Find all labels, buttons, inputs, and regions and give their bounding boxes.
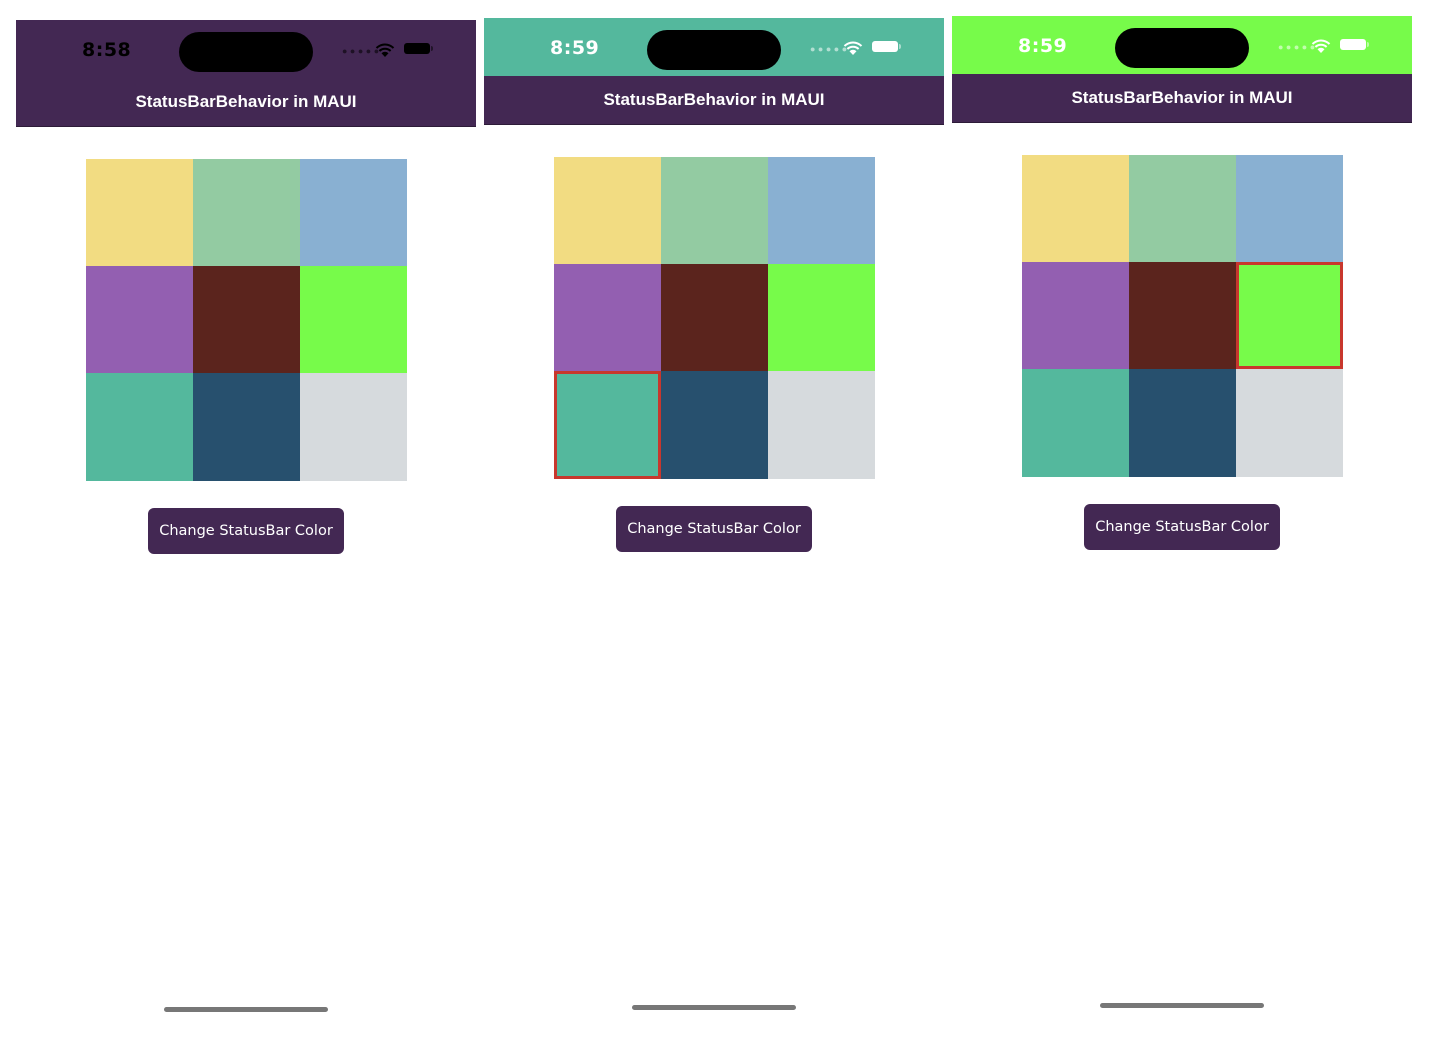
change-statusbar-color-button[interactable]: Change StatusBar Color xyxy=(616,506,812,552)
color-grid xyxy=(554,157,875,479)
dynamic-island xyxy=(179,32,313,72)
color-swatch[interactable] xyxy=(1236,369,1343,477)
color-swatch[interactable] xyxy=(193,266,300,373)
battery-icon xyxy=(872,41,901,52)
color-swatch[interactable] xyxy=(661,157,768,264)
color-swatch[interactable] xyxy=(300,266,407,373)
status-time: 8:59 xyxy=(1018,35,1068,57)
home-indicator xyxy=(1100,1003,1264,1008)
dynamic-island xyxy=(647,30,781,70)
color-swatch[interactable] xyxy=(86,159,193,266)
home-indicator xyxy=(632,1005,796,1010)
color-swatch[interactable] xyxy=(1022,155,1129,262)
color-swatch[interactable] xyxy=(768,371,875,479)
status-bar: 8:58 ● ● ● ● ● xyxy=(16,20,476,78)
nav-bar: StatusBarBehavior in MAUI xyxy=(952,74,1412,123)
color-swatch[interactable] xyxy=(1022,369,1129,477)
color-swatch[interactable] xyxy=(554,371,661,479)
color-swatch[interactable] xyxy=(1129,369,1236,477)
nav-bar: StatusBarBehavior in MAUI xyxy=(484,76,944,125)
status-bar: 8:59 ● ● ● ● ● xyxy=(952,16,1412,74)
color-swatch[interactable] xyxy=(661,371,768,479)
color-swatch[interactable] xyxy=(554,157,661,264)
status-time: 8:59 xyxy=(550,37,600,59)
wifi-icon xyxy=(375,43,395,57)
phone-screen-3: 8:59 ● ● ● ● ● StatusBarBehavior in MAUI… xyxy=(952,16,1412,1060)
color-grid xyxy=(86,159,407,481)
change-statusbar-color-button[interactable]: Change StatusBar Color xyxy=(1084,504,1280,550)
color-swatch[interactable] xyxy=(1236,262,1343,369)
wifi-icon xyxy=(843,41,863,55)
color-swatch[interactable] xyxy=(193,159,300,266)
color-swatch[interactable] xyxy=(768,157,875,264)
phone-screen-2: 8:59 ● ● ● ● ● StatusBarBehavior in MAUI… xyxy=(484,18,944,1062)
page-title: StatusBarBehavior in MAUI xyxy=(1071,88,1293,107)
color-swatch[interactable] xyxy=(86,373,193,481)
phone-screen-1: 8:58 ● ● ● ● ● StatusBarBehavior in MAUI… xyxy=(16,20,476,1064)
change-statusbar-color-button[interactable]: Change StatusBar Color xyxy=(148,508,344,554)
color-swatch[interactable] xyxy=(1236,155,1343,262)
color-swatch[interactable] xyxy=(193,373,300,481)
color-swatch[interactable] xyxy=(86,266,193,373)
wifi-icon xyxy=(1311,39,1331,53)
dynamic-island xyxy=(1115,28,1249,68)
status-bar: 8:59 ● ● ● ● ● xyxy=(484,18,944,76)
page-title: StatusBarBehavior in MAUI xyxy=(603,90,825,109)
color-swatch[interactable] xyxy=(300,373,407,481)
battery-icon xyxy=(1340,39,1369,50)
status-time: 8:58 xyxy=(82,39,132,61)
battery-icon xyxy=(404,43,433,54)
color-swatch[interactable] xyxy=(300,159,407,266)
color-swatch[interactable] xyxy=(554,264,661,371)
nav-bar: StatusBarBehavior in MAUI xyxy=(16,78,476,127)
home-indicator xyxy=(164,1007,328,1012)
color-swatch[interactable] xyxy=(661,264,768,371)
color-grid xyxy=(1022,155,1343,477)
color-swatch[interactable] xyxy=(1129,262,1236,369)
page-title: StatusBarBehavior in MAUI xyxy=(135,92,357,111)
color-swatch[interactable] xyxy=(1129,155,1236,262)
color-swatch[interactable] xyxy=(768,264,875,371)
color-swatch[interactable] xyxy=(1022,262,1129,369)
